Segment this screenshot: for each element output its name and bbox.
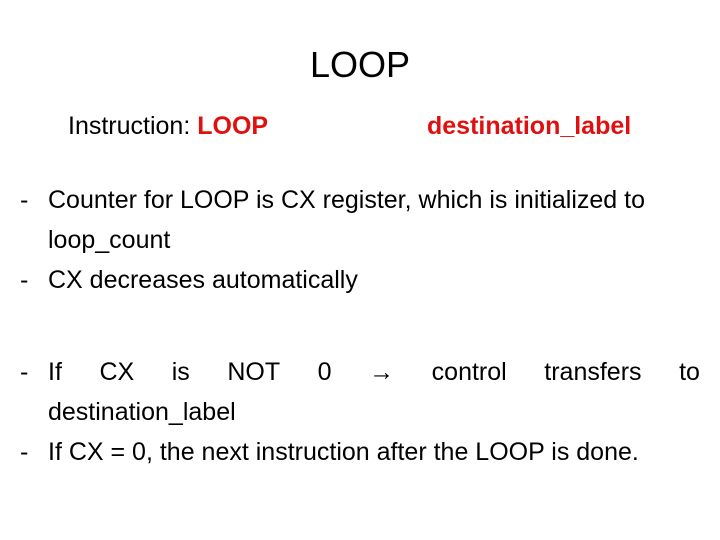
instruction-label: Instruction: [68, 112, 198, 140]
bullet-line-2: destination_label [48, 398, 236, 426]
word: If [48, 358, 62, 386]
bullet-text: CX decreases automatically [48, 266, 358, 294]
bullet-dash: - [20, 266, 29, 294]
bullet-item: - CX decreases automatically [20, 260, 700, 300]
word: CX [99, 358, 135, 386]
bullet-item: - If CX is NOT 0 → control transfers to … [20, 352, 700, 432]
instruction-keyword: LOOP [197, 112, 269, 140]
word: 0 [317, 358, 332, 386]
bullet-dash: - [20, 186, 29, 214]
bullet-list-2: - If CX is NOT 0 → control transfers to … [20, 352, 700, 472]
bullet-dash: - [20, 358, 29, 386]
word: NOT [227, 358, 281, 386]
bullet-line-justified: If CX is NOT 0 → control transfers to [48, 352, 700, 392]
bullet-item: - Counter for LOOP is CX register, which… [20, 180, 700, 260]
instruction-operand: destination_label [427, 112, 632, 140]
bullet-dash: - [20, 438, 29, 466]
slide-title: LOOP [309, 44, 411, 85]
bullet-list-1: - Counter for LOOP is CX register, which… [20, 180, 700, 300]
word: transfers [544, 358, 642, 386]
instruction-line: Instruction: LOOP [68, 112, 268, 141]
arrow-icon: → [369, 358, 395, 386]
bullet-text: Counter for LOOP is CX register, which i… [48, 186, 646, 254]
word: to [679, 358, 700, 386]
word: control [431, 358, 507, 386]
word: is [171, 358, 190, 386]
bullet-item: - If CX = 0, the next instruction after … [20, 432, 700, 472]
bullet-text: If CX = 0, the next instruction after th… [48, 438, 639, 466]
